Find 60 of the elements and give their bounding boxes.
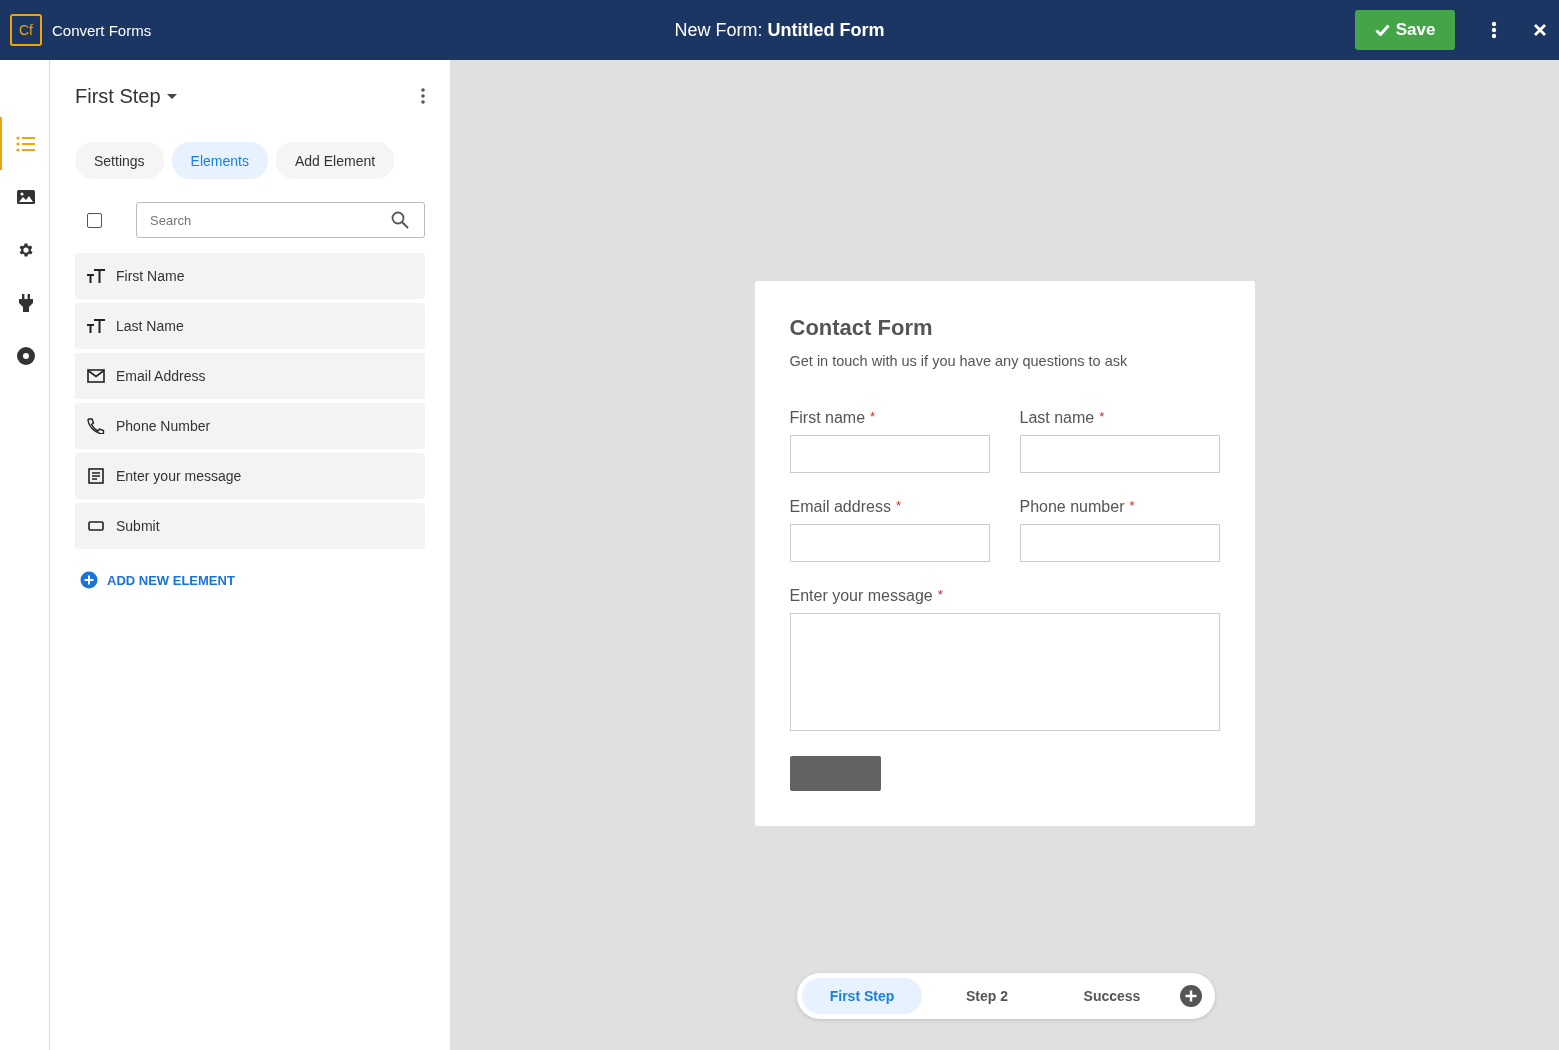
app-name: Convert Forms (52, 21, 152, 39)
tab[interactable]: Add Element (275, 142, 395, 179)
element-item[interactable]: Enter your message (75, 453, 425, 499)
step-tab[interactable]: Step 2 (927, 978, 1047, 1014)
input-field[interactable] (789, 435, 990, 473)
element-item[interactable]: Last Name (75, 303, 425, 349)
document-icon (87, 468, 105, 484)
field-label: Email address * (789, 498, 902, 516)
element-label: Phone Number (116, 418, 211, 434)
text-size-icon (87, 269, 105, 283)
element-label: Email Address (116, 368, 206, 384)
step-tab[interactable]: First Step (802, 978, 922, 1014)
window-title: New Form: Untitled Form (674, 19, 885, 41)
disc-icon (16, 346, 35, 365)
element-label: First Name (116, 268, 185, 284)
form-title: Contact Form (789, 315, 934, 341)
field-label: Enter your message * (789, 587, 944, 605)
plus-circle-icon (80, 571, 98, 589)
step-tab[interactable]: Success (1052, 978, 1172, 1014)
element-item[interactable]: Phone Number (75, 403, 425, 449)
check-icon (1374, 24, 1390, 36)
add-element-link[interactable]: ADD NEW ELEMENT (75, 571, 235, 589)
button-outline-icon (87, 520, 105, 532)
select-all-checkbox[interactable] (87, 212, 102, 228)
required-mark: * (895, 498, 901, 513)
add-step-icon[interactable] (1180, 985, 1202, 1007)
form-subtitle: Get in touch with us if you have any questions to ask (789, 353, 1129, 369)
element-label: Last Name (116, 318, 184, 334)
phone-icon (87, 418, 105, 434)
element-item[interactable]: First Name (75, 253, 425, 299)
required-mark: * (937, 587, 943, 602)
search-field[interactable]: Search (136, 202, 425, 238)
logo: Cf (10, 14, 42, 46)
close-icon[interactable] (1533, 23, 1547, 37)
input-field[interactable] (1019, 524, 1220, 562)
message-field[interactable] (789, 613, 1220, 731)
image-icon (16, 189, 35, 204)
required-mark: * (1129, 498, 1135, 513)
more-options-icon[interactable] (421, 88, 425, 104)
required-mark: * (870, 409, 876, 424)
caret-icon (166, 93, 177, 99)
input-field[interactable] (789, 524, 990, 562)
more-options-icon[interactable] (1491, 21, 1497, 39)
required-mark: * (1099, 409, 1105, 424)
field-label: Phone number * (1019, 498, 1136, 516)
tab[interactable]: Settings (75, 142, 164, 179)
envelope-icon (87, 369, 105, 383)
element-label: Enter your message (116, 468, 242, 484)
field-label: First name * (789, 409, 877, 427)
element-label: Submit (116, 518, 160, 534)
plug-icon (18, 293, 33, 312)
input-field[interactable] (1019, 435, 1220, 473)
element-item[interactable]: Submit (75, 503, 425, 549)
text-size-icon (87, 319, 105, 333)
list-icon (15, 135, 36, 152)
field-label: Last name * (1019, 409, 1106, 427)
step-dropdown[interactable]: First Step (75, 84, 177, 108)
search-icon (391, 211, 409, 229)
element-item[interactable]: Email Address (75, 353, 425, 399)
tab[interactable]: Elements (171, 142, 268, 179)
